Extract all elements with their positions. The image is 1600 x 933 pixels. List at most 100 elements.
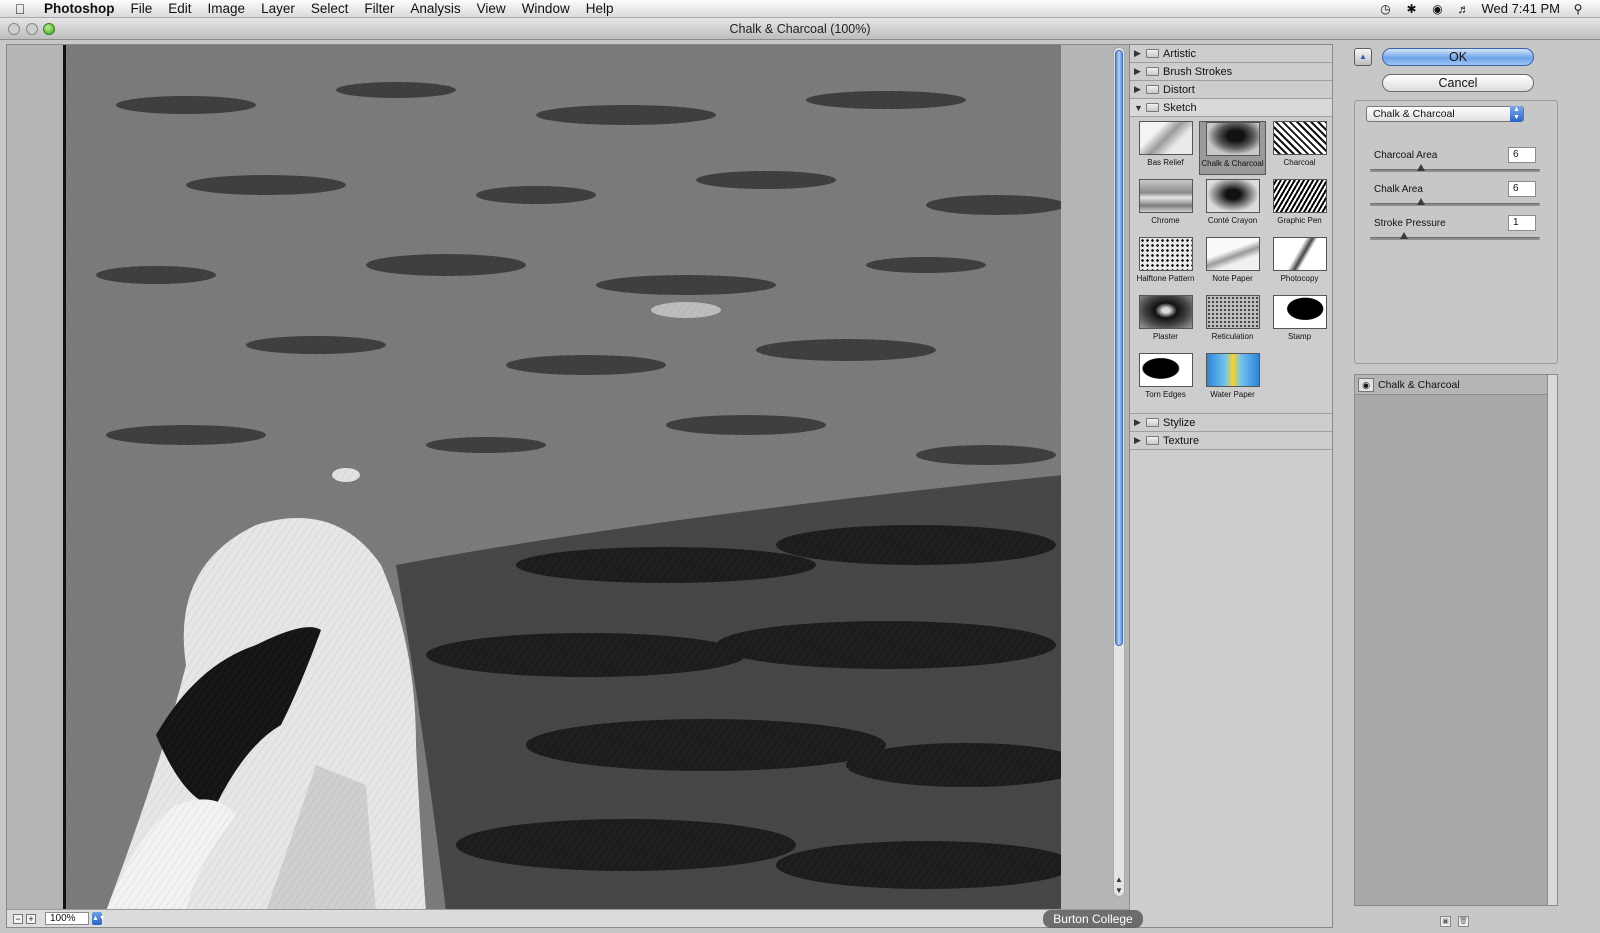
category-distort[interactable]: ▶ Distort — [1130, 81, 1332, 99]
new-effect-layer-icon[interactable]: ▣ — [1440, 916, 1451, 927]
preview-scroll-thumb[interactable] — [1115, 50, 1123, 646]
menu-edit[interactable]: Edit — [160, 1, 199, 16]
window-title: Chalk & Charcoal (100%) — [729, 22, 871, 36]
collapse-gallery-icon[interactable]: ▲ — [1354, 48, 1372, 66]
disclosure-triangle-icon[interactable]: ▶ — [1134, 84, 1146, 95]
menu-file[interactable]: File — [123, 1, 161, 16]
menu-image[interactable]: Image — [200, 1, 254, 16]
ok-button[interactable]: OK — [1382, 48, 1534, 66]
category-sketch[interactable]: ▼ Sketch — [1130, 99, 1332, 117]
folder-icon — [1146, 103, 1159, 112]
time-machine-icon[interactable]: ◷ — [1377, 2, 1393, 16]
category-texture[interactable]: ▶ Texture — [1130, 432, 1332, 450]
filter-thumb-label: Graphic Pen — [1277, 216, 1322, 225]
delete-effect-layer-icon[interactable]: 🗑 — [1458, 916, 1469, 927]
zoom-in-button[interactable]: + — [26, 913, 36, 924]
filter-select-dropdown[interactable]: Chalk & Charcoal ▲ ▼ — [1366, 106, 1524, 122]
filter-preview-image — [1205, 237, 1260, 271]
menu-bar:  Photoshop File Edit Image Layer Select… — [0, 0, 1600, 18]
charcoal-area-slider-knob[interactable] — [1417, 164, 1425, 171]
menu-select[interactable]: Select — [303, 1, 357, 16]
chalk-area-input[interactable]: 6 — [1508, 181, 1536, 197]
filter-thumb-torn-edges[interactable]: Torn Edges — [1132, 353, 1199, 407]
filter-thumb-conte-crayon[interactable]: Conté Crayon — [1199, 179, 1266, 233]
filter-thumb-label: Torn Edges — [1145, 390, 1186, 399]
menu-view[interactable]: View — [469, 1, 514, 16]
menu-window[interactable]: Window — [514, 1, 578, 16]
filter-thumb-label: Water Paper — [1210, 390, 1255, 399]
param-label: Stroke Pressure — [1374, 218, 1446, 229]
zoom-window-icon[interactable] — [43, 23, 55, 35]
select-arrows-icon[interactable]: ▲ ▼ — [1510, 106, 1523, 122]
filter-preview-image — [1138, 237, 1193, 271]
wifi-icon[interactable]: ◉ — [1429, 2, 1445, 16]
stroke-pressure-slider-knob[interactable] — [1400, 232, 1408, 239]
cancel-button[interactable]: Cancel — [1382, 74, 1534, 92]
filter-thumb-label: Stamp — [1287, 332, 1312, 341]
filter-thumb-halftone-pattern[interactable]: Halftone Pattern — [1132, 237, 1199, 291]
filter-thumb-bas-relief[interactable]: Bas Relief — [1132, 121, 1199, 175]
filter-thumb-label: Bas Relief — [1147, 158, 1184, 167]
scroll-up-arrow-icon[interactable]: ▲ — [1114, 875, 1124, 884]
zoom-level-field[interactable]: 100% — [45, 912, 89, 925]
menu-layer[interactable]: Layer — [253, 1, 303, 16]
effect-layer-row[interactable]: ◉ Chalk & Charcoal — [1355, 375, 1557, 395]
preview-area[interactable]: ▲ ▼ − + 100% ▲▼ — [6, 44, 1132, 928]
filter-thumb-water-paper[interactable]: Water Paper — [1199, 353, 1266, 407]
window-titlebar: Chalk & Charcoal (100%) — [0, 18, 1600, 40]
folder-icon — [1146, 67, 1159, 76]
close-window-icon[interactable] — [8, 23, 20, 35]
disclosure-triangle-open-icon[interactable]: ▼ — [1134, 103, 1146, 113]
category-label: Distort — [1163, 83, 1195, 96]
filter-thumb-charcoal[interactable]: Charcoal — [1266, 121, 1333, 175]
disclosure-triangle-icon[interactable]: ▶ — [1134, 48, 1146, 59]
menu-app-name[interactable]: Photoshop — [40, 1, 123, 16]
menu-analysis[interactable]: Analysis — [402, 1, 468, 16]
chalk-area-slider-knob[interactable] — [1417, 198, 1425, 205]
filter-thumb-label: Note Paper — [1212, 274, 1253, 283]
filter-thumb-plaster[interactable]: Plaster — [1132, 295, 1199, 349]
preview-image[interactable] — [63, 45, 1061, 911]
zoom-out-button[interactable]: − — [13, 913, 23, 924]
filter-thumb-chrome[interactable]: Chrome — [1132, 179, 1199, 233]
category-label: Texture — [1163, 434, 1200, 447]
disclosure-triangle-icon[interactable]: ▶ — [1134, 66, 1146, 77]
filter-thumb-photocopy[interactable]: Photocopy — [1266, 237, 1333, 291]
filter-preview-image — [1205, 353, 1260, 387]
menu-filter[interactable]: Filter — [356, 1, 402, 16]
preview-status-bar: − + 100% ▲▼ — [7, 909, 1131, 927]
apple-menu-icon[interactable]:  — [0, 1, 40, 17]
disclosure-triangle-icon[interactable]: ▶ — [1134, 435, 1146, 446]
charcoal-area-slider[interactable] — [1370, 169, 1540, 172]
clock[interactable]: Wed 7:41 PM — [1481, 1, 1560, 16]
filter-thumb-reticulation[interactable]: Reticulation — [1199, 295, 1266, 349]
category-stylize[interactable]: ▶ Stylize — [1130, 414, 1332, 432]
stroke-pressure-slider[interactable] — [1370, 237, 1540, 240]
category-label: Brush Strokes — [1163, 65, 1233, 78]
filter-thumb-label: Charcoal — [1283, 158, 1316, 167]
preview-vertical-scrollbar[interactable]: ▲ ▼ — [1113, 47, 1125, 897]
charcoal-area-input[interactable]: 6 — [1508, 147, 1536, 163]
zoom-dropdown-icon[interactable]: ▲▼ — [92, 912, 106, 925]
category-brush-strokes[interactable]: ▶ Brush Strokes — [1130, 63, 1332, 81]
filter-thumb-chalk-charcoal[interactable]: Chalk & Charcoal — [1199, 121, 1266, 175]
stroke-pressure-input[interactable]: 1 — [1508, 215, 1536, 231]
filter-preview-image — [1205, 295, 1260, 329]
spotlight-icon[interactable]: ⚲ — [1570, 2, 1586, 16]
layers-scrollbar[interactable] — [1547, 375, 1557, 905]
filter-thumb-note-paper[interactable]: Note Paper — [1199, 237, 1266, 291]
filter-thumb-label: Chalk & Charcoal — [1201, 159, 1264, 168]
category-artistic[interactable]: ▶ Artistic — [1130, 45, 1332, 63]
filter-thumb-label: Photocopy — [1280, 274, 1319, 283]
visibility-eye-icon[interactable]: ◉ — [1358, 377, 1374, 392]
bluetooth-icon[interactable]: ✱ — [1403, 2, 1419, 16]
volume-icon[interactable]: ♬ — [1455, 2, 1471, 16]
disclosure-triangle-icon[interactable]: ▶ — [1134, 417, 1146, 428]
sketch-filter-thumbnails: Bas Relief Chalk & Charcoal Charcoal Chr… — [1130, 117, 1332, 414]
minimize-window-icon[interactable] — [26, 23, 38, 35]
chalk-area-slider[interactable] — [1370, 203, 1540, 206]
filter-thumb-stamp[interactable]: Stamp — [1266, 295, 1333, 349]
filter-thumb-graphic-pen[interactable]: Graphic Pen — [1266, 179, 1333, 233]
menu-help[interactable]: Help — [578, 1, 622, 16]
scroll-down-arrow-icon[interactable]: ▼ — [1114, 886, 1124, 895]
